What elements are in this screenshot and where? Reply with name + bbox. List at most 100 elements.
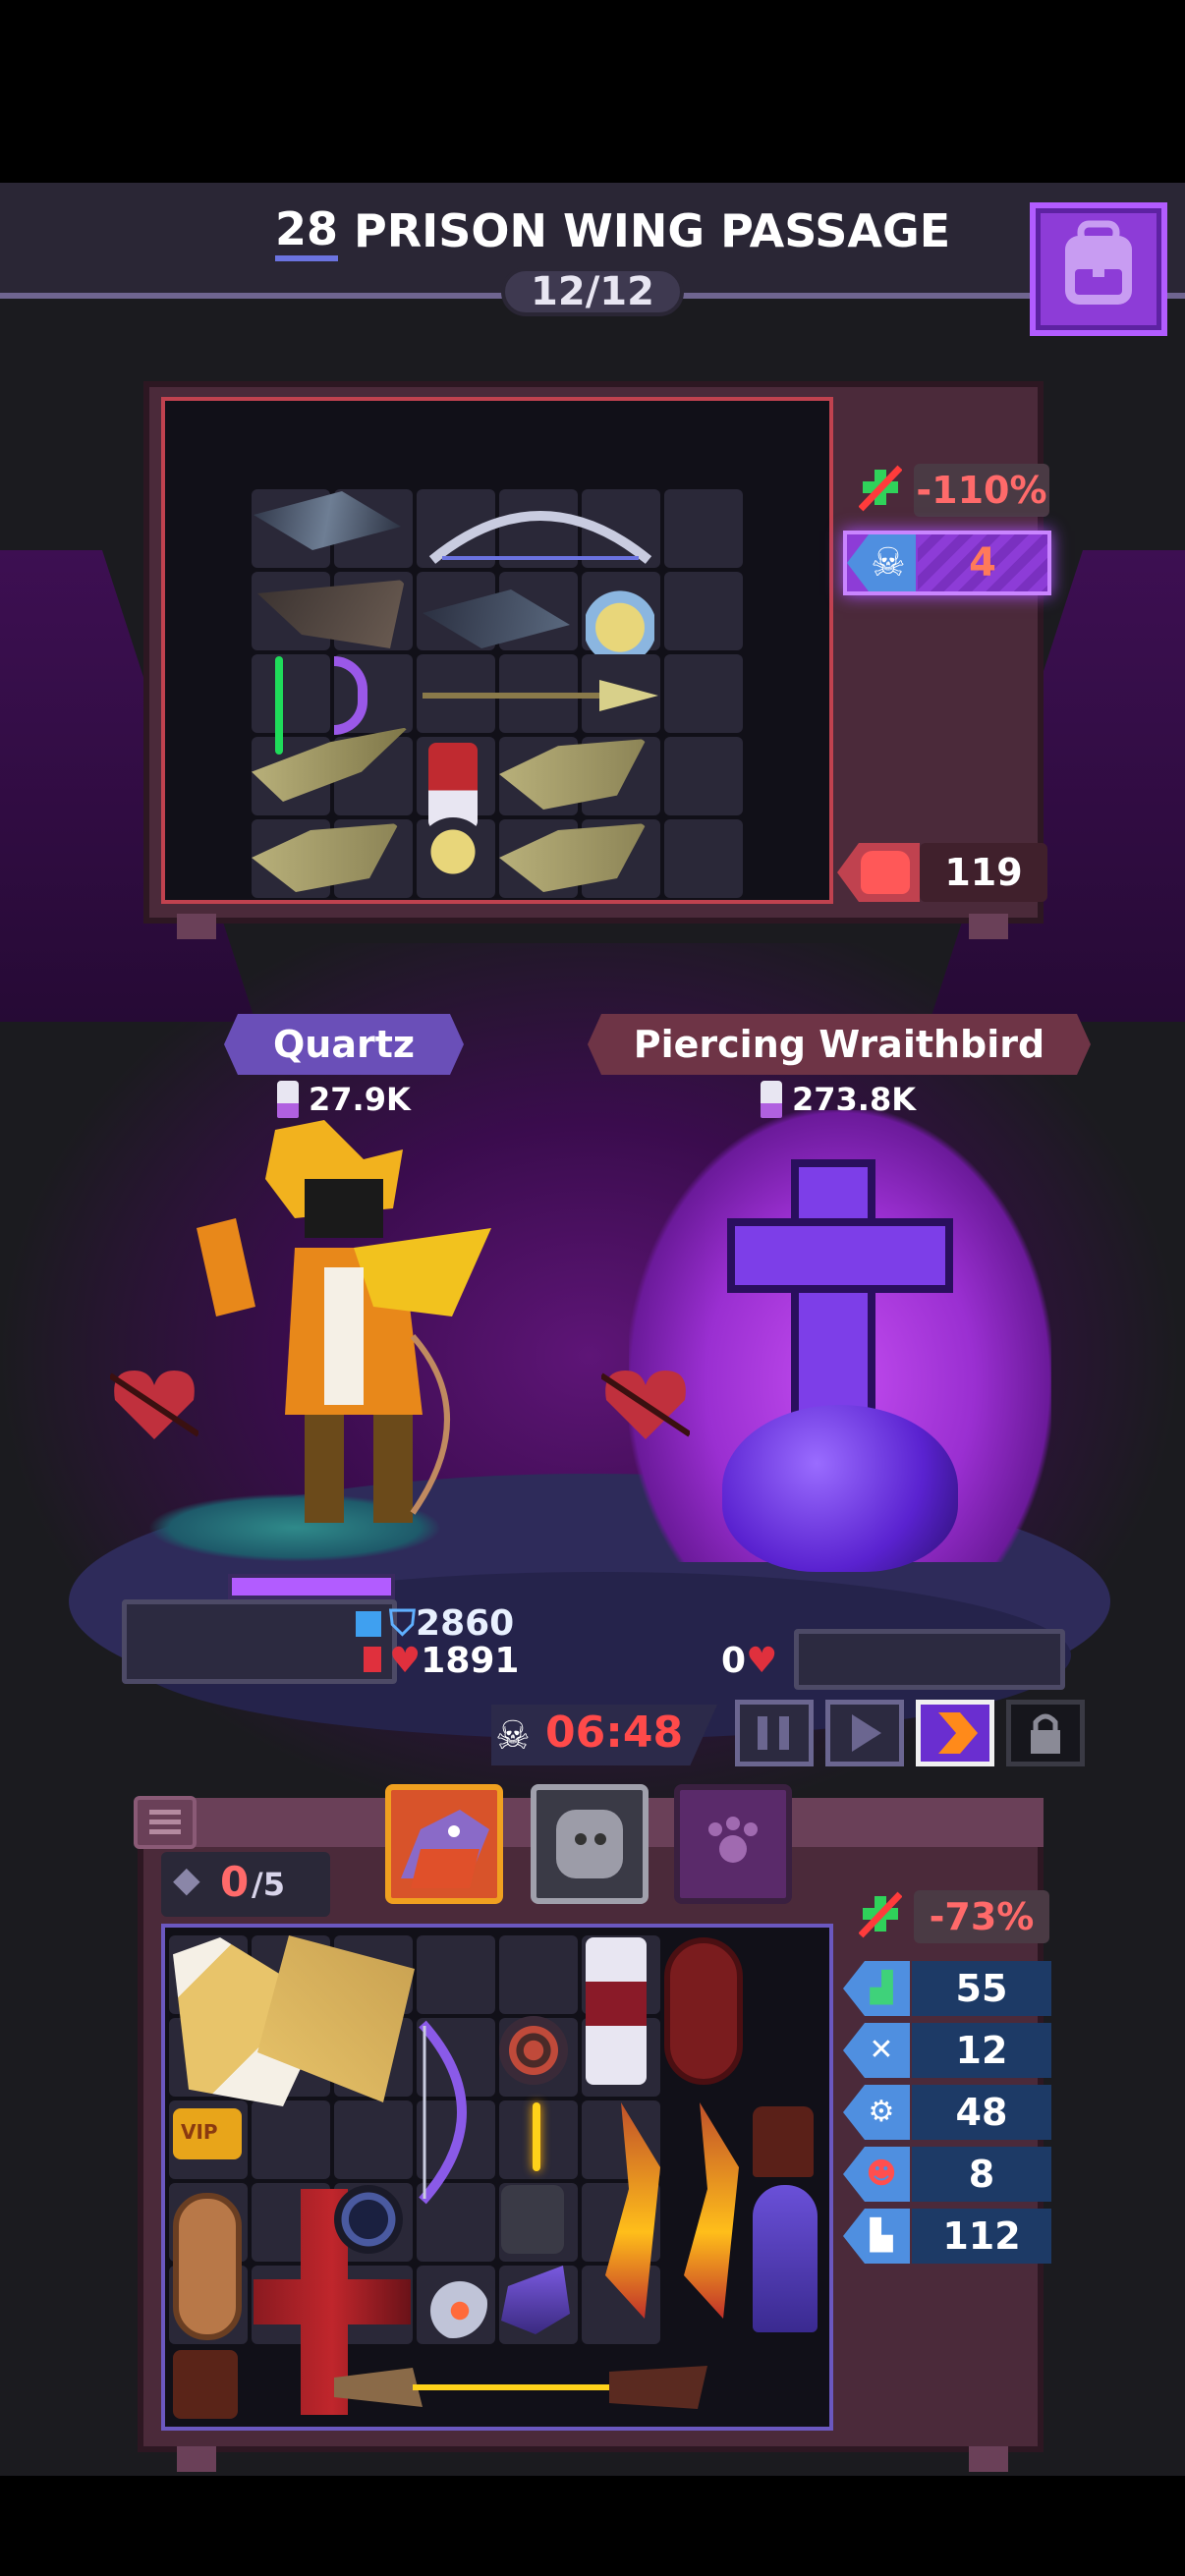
potion-item[interactable]: [586, 578, 654, 654]
boss-hp: 0♥: [721, 1641, 778, 1681]
diamond-icon: ◆: [173, 1860, 200, 1900]
lock-button[interactable]: [1006, 1700, 1085, 1766]
stairs-icon: ▟: [870, 1971, 893, 2005]
stage-number: 28: [275, 202, 339, 261]
grid-cell[interactable]: [664, 737, 743, 815]
spear-item[interactable]: [423, 674, 658, 717]
stat-row: ✕ 12: [843, 2023, 1051, 2078]
pause-icon: [758, 1716, 789, 1750]
boss-nameplate: Piercing Wraithbird: [588, 1014, 1091, 1075]
wave-counter: 12/12: [501, 267, 684, 316]
grid-cell[interactable]: [417, 1935, 495, 2014]
scroll-item[interactable]: [586, 1937, 647, 2085]
stat-row: ▟ 55: [843, 1961, 1051, 2016]
panel-peg: [177, 2446, 216, 2472]
hp-marker: [364, 1647, 381, 1672]
hero-hp: ♥1891: [389, 1641, 520, 1681]
skull-medallion-item[interactable]: [419, 817, 487, 886]
backpack-button[interactable]: [1030, 202, 1167, 336]
tab-dragon[interactable]: [385, 1784, 503, 1904]
tab-golem[interactable]: [531, 1784, 649, 1904]
energy-item: [533, 2102, 540, 2171]
paw-icon: [708, 1817, 758, 1863]
grid-cell[interactable]: [664, 572, 743, 650]
stat-row: ▙ 112: [843, 2209, 1051, 2264]
fast-forward-icon: [938, 1712, 978, 1754]
dragon-icon: [401, 1810, 489, 1888]
target-item[interactable]: [499, 2016, 568, 2085]
inventory-penalty-badge: -73%: [914, 1890, 1049, 1943]
panel-peg: [177, 914, 216, 939]
lock-icon: [1031, 1713, 1060, 1754]
golem-icon: [556, 1810, 623, 1878]
slot-counter: ◆ 0 /5: [161, 1852, 330, 1917]
grid-cell[interactable]: [499, 1935, 578, 2014]
boss-cross-arm: [727, 1218, 953, 1293]
grid-cell[interactable]: [252, 654, 330, 733]
stat-value: 48: [912, 2085, 1051, 2140]
treasure-icon: [861, 851, 910, 894]
play-button[interactable]: [825, 1700, 904, 1766]
heart-debuff-icon: [599, 1366, 692, 1444]
skull-count: 4: [918, 534, 1047, 591]
orb-item[interactable]: [419, 2269, 487, 2338]
bow-item[interactable]: [423, 491, 658, 570]
longbow-item[interactable]: [413, 2014, 491, 2211]
boss-name: Piercing Wraithbird: [633, 1023, 1045, 1066]
vip-ticket-item[interactable]: VIP: [173, 2108, 242, 2159]
penalty-icon: [858, 464, 903, 513]
panel-peg: [969, 2446, 1008, 2472]
menu-button[interactable]: [134, 1796, 197, 1849]
heart-icon: ♥: [746, 1641, 778, 1681]
tombstone-item[interactable]: [753, 2185, 818, 2332]
heart-debuff-icon: [108, 1366, 200, 1444]
grid-cell[interactable]: [664, 819, 743, 898]
skull-icon: ☠: [495, 1713, 531, 1759]
wooden-shield-item[interactable]: [173, 2193, 242, 2340]
skull-icon: ☠: [871, 540, 906, 586]
hero-power: 27.9K: [277, 1081, 411, 1118]
gauntlet-item[interactable]: [501, 2185, 564, 2254]
demon-face-icon: ☻: [866, 2156, 897, 2191]
play-icon: [852, 1714, 881, 1752]
shield-marker: [356, 1611, 381, 1637]
boss-orb: [722, 1405, 958, 1572]
spear-item[interactable]: [334, 2358, 707, 2417]
green-bar-item: [275, 656, 283, 755]
grid-cell[interactable]: [334, 2100, 413, 2179]
fast-forward-button[interactable]: [916, 1700, 994, 1766]
shield-icon: ⛉: [389, 1603, 417, 1644]
battle-timer: 06:48: [545, 1708, 684, 1758]
vip-label: VIP: [181, 2120, 218, 2144]
helmet-item[interactable]: [173, 2350, 238, 2419]
stat-value: 12: [912, 2023, 1051, 2078]
stat-row: ⚙ 48: [843, 2085, 1051, 2140]
hero-nameplate: Quartz: [224, 1014, 464, 1075]
hero-name: Quartz: [272, 1023, 416, 1066]
slots-used: 0: [220, 1858, 250, 1906]
stat-row: ☻ 8: [843, 2147, 1051, 2202]
grid-cell[interactable]: [664, 489, 743, 568]
hero-sprite: [177, 1120, 491, 1562]
boss-hp-box: [794, 1629, 1065, 1690]
crossed-bones-icon: ✕: [869, 2033, 894, 2067]
backpack-icon: [1065, 220, 1132, 305]
penalty-icon: [858, 1890, 903, 1939]
panel-peg: [969, 914, 1008, 939]
tab-paw[interactable]: [674, 1784, 792, 1904]
status-bar-area: [0, 0, 1185, 183]
slots-max: /5: [252, 1866, 285, 1903]
skull-counter: ☠ 4: [843, 531, 1051, 595]
pause-button[interactable]: [735, 1700, 814, 1766]
stat-value: 8: [912, 2147, 1051, 2202]
stage-title: PRISON WING PASSAGE: [354, 204, 951, 257]
sword-icon: [277, 1081, 299, 1118]
shield-item[interactable]: [664, 1937, 743, 2085]
grid-cell[interactable]: [252, 2100, 330, 2179]
ring-item[interactable]: [334, 2185, 403, 2254]
grid-cell[interactable]: [664, 654, 743, 733]
red-vial-item[interactable]: [428, 743, 478, 829]
glove-item[interactable]: [753, 2106, 814, 2177]
boot-icon: ▙: [870, 2218, 893, 2253]
enemy-penalty-badge: -110%: [914, 464, 1049, 517]
